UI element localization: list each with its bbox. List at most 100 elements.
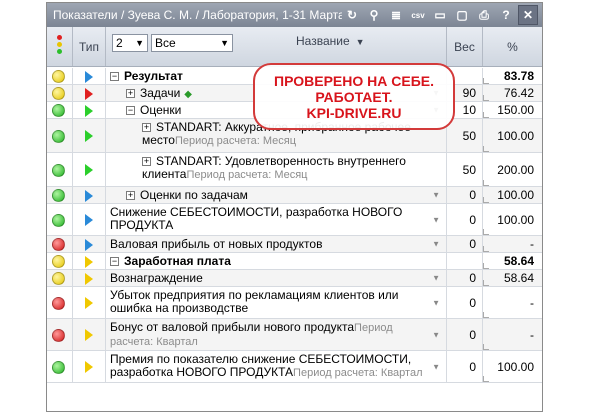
name-cell[interactable]: Бонус от валовой прибыли нового продукта…	[106, 319, 447, 350]
corner-mark-icon	[483, 376, 489, 382]
table-row[interactable]: − Заработная плата 58.64	[47, 253, 542, 270]
level-select-value: 2	[116, 36, 123, 50]
weight-cell: 0	[447, 270, 483, 286]
indicator-name: Бонус от валовой прибыли нового продукта	[110, 320, 355, 334]
table-row[interactable]: + Оценки по задачам ▼ 0 100.00	[47, 187, 542, 204]
name-cell[interactable]: + STANDART: Удовлетворенность внутреннего…	[106, 153, 447, 186]
minimize-icon[interactable]: ▭	[430, 5, 450, 25]
type-cell	[73, 102, 106, 118]
sort-arrow-icon: ▼	[355, 37, 365, 47]
percent-cell: 150.00	[483, 102, 542, 118]
name-cell[interactable]: + Оценки по задачам ▼	[106, 187, 447, 203]
close-icon[interactable]: ✕	[518, 5, 538, 25]
yellow-status-icon	[52, 272, 65, 285]
percent-cell: 100.00	[483, 187, 542, 203]
expand-icon[interactable]: +	[142, 157, 151, 166]
traffic-light-icon	[57, 35, 63, 55]
expand-icon[interactable]: +	[126, 191, 135, 200]
maximize-icon[interactable]: ▢	[452, 5, 472, 25]
task-diamond-icon: ◆	[184, 89, 192, 100]
name-cell[interactable]: Убыток предприятия по рекламациям клиент…	[106, 287, 447, 318]
stamp-line-2: РАБОТАЕТ.	[315, 89, 393, 105]
expand-icon[interactable]: +	[142, 123, 151, 132]
collapse-icon[interactable]: −	[126, 106, 135, 115]
filter-select-value: Все	[155, 36, 176, 50]
percent-cell: -	[483, 319, 542, 350]
verification-stamp: ПРОВЕРЕНО НА СЕБЕ. РАБОТАЕТ. KPI-DRIVE.R…	[253, 63, 455, 130]
row-menu-icon[interactable]: ▼	[432, 296, 440, 309]
status-cell	[47, 270, 73, 286]
name-cell[interactable]: Валовая прибыль от новых продуктов ▼	[106, 236, 447, 252]
red-status-icon	[52, 238, 65, 251]
percent-cell: 100.00	[483, 119, 542, 152]
name-column-header[interactable]: 2 ▼ Все ▼ Название ▼	[106, 27, 447, 66]
weight-column-header[interactable]: Вес	[447, 27, 483, 66]
weight-cell: 0	[447, 236, 483, 252]
status-cell	[47, 187, 73, 203]
row-menu-icon[interactable]: ▼	[432, 328, 440, 341]
yellow-flag-icon	[85, 329, 93, 341]
indicator-name: Снижение СЕБЕСТОИМОСТИ, разработка НОВОГ…	[110, 205, 403, 232]
weight-cell: 0	[447, 287, 483, 318]
filter-select[interactable]: Все ▼	[151, 34, 233, 52]
traffic-light-column-header[interactable]	[47, 27, 73, 66]
row-menu-icon[interactable]: ▼	[432, 213, 440, 226]
indicator-name: Задачи	[140, 86, 181, 100]
help-icon[interactable]: ?	[496, 5, 516, 25]
type-cell	[73, 119, 106, 152]
status-cell	[47, 68, 73, 84]
indicator-name: Результат	[124, 69, 183, 83]
name-cell[interactable]: − Заработная плата	[106, 253, 447, 269]
search-icon[interactable]: ⚲	[364, 5, 384, 25]
type-cell	[73, 204, 106, 235]
name-cell[interactable]: Снижение СЕБЕСТОИМОСТИ, разработка НОВОГ…	[106, 204, 447, 235]
green-status-icon	[52, 360, 65, 374]
percent-cell: -	[483, 236, 542, 252]
yellow-flag-icon	[85, 272, 93, 285]
table-header: Тип 2 ▼ Все ▼ Название ▼ Вес %	[47, 27, 542, 67]
indicator-name: Валовая прибыль от новых продуктов	[110, 237, 323, 251]
corner-mark-icon	[483, 280, 489, 286]
row-menu-icon[interactable]: ▼	[432, 360, 440, 373]
corner-mark-icon	[483, 246, 489, 252]
status-cell	[47, 351, 73, 382]
table-row[interactable]: Снижение СЕБЕСТОИМОСТИ, разработка НОВОГ…	[47, 204, 542, 236]
name-label: Название ▼	[296, 34, 365, 48]
percent-cell: 58.64	[483, 253, 542, 269]
blue-flag-icon	[85, 70, 93, 83]
percent-column-header[interactable]: %	[483, 27, 542, 66]
green-status-icon	[52, 129, 65, 143]
table-row[interactable]: Вознаграждение ▼ 0 58.64	[47, 270, 542, 287]
row-menu-icon[interactable]: ▼	[432, 238, 440, 251]
corner-mark-icon	[483, 146, 489, 152]
yellow-flag-icon	[85, 297, 93, 309]
expand-icon[interactable]: +	[126, 89, 135, 98]
type-cell	[73, 351, 106, 382]
table-row[interactable]: Бонус от валовой прибыли нового продукта…	[47, 319, 542, 351]
list-icon[interactable]: ≣	[386, 5, 406, 25]
period-label: Период расчета: Квартал	[293, 367, 423, 379]
row-menu-icon[interactable]: ▼	[432, 189, 440, 202]
print-icon[interactable]: ⎙	[474, 5, 494, 25]
table-row[interactable]: Валовая прибыль от новых продуктов ▼ 0-	[47, 236, 542, 253]
row-menu-icon[interactable]: ▼	[432, 272, 440, 285]
name-cell[interactable]: Вознаграждение ▼	[106, 270, 447, 286]
corner-mark-icon	[483, 263, 489, 269]
collapse-icon[interactable]: −	[110, 72, 119, 81]
percent-cell: 83.78	[483, 68, 542, 84]
window-title: Показатели / Зуева С. М. / Лаборатория, …	[53, 8, 342, 22]
level-select[interactable]: 2 ▼	[112, 34, 148, 52]
name-cell[interactable]: Премия по показателю снижение СЕБЕСТОИМО…	[106, 351, 447, 382]
weight-cell: 0	[447, 319, 483, 350]
type-cell	[73, 270, 106, 286]
table-row[interactable]: + STANDART: Удовлетворенность внутреннего…	[47, 153, 542, 187]
collapse-icon[interactable]: −	[110, 257, 119, 266]
table-row[interactable]: Премия по показателю снижение СЕБЕСТОИМО…	[47, 351, 542, 383]
table-row[interactable]: Убыток предприятия по рекламациям клиент…	[47, 287, 542, 319]
refresh-icon[interactable]: ↻	[342, 5, 362, 25]
percent-cell: -	[483, 287, 542, 318]
csv-icon[interactable]: csv	[408, 5, 428, 25]
yellow-flag-icon	[85, 255, 93, 268]
corner-mark-icon	[483, 95, 489, 101]
type-column-header[interactable]: Тип	[73, 27, 106, 66]
